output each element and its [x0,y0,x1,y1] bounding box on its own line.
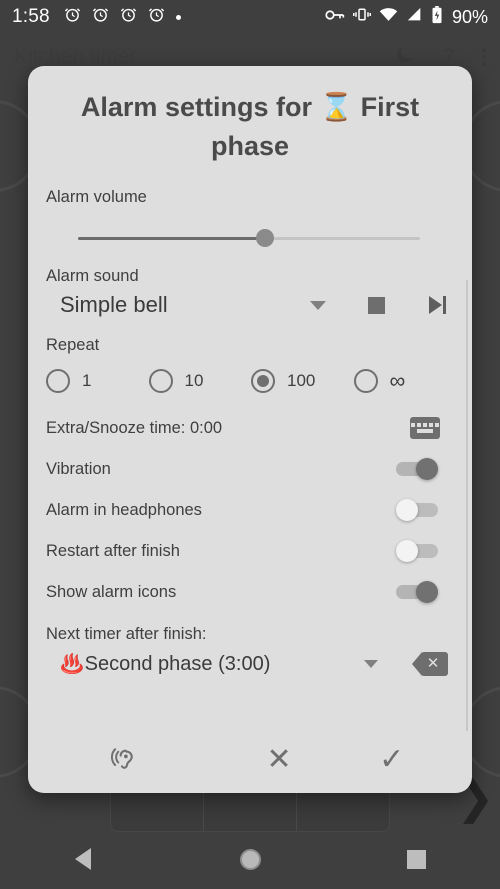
skip-next-icon[interactable] [429,296,446,315]
alarm-volume-slider[interactable] [42,221,456,255]
repeat-label: Repeat [46,336,100,355]
status-time: 1:58 [12,6,50,27]
repeat-option-100[interactable]: 100 [251,369,354,394]
toggle-row-restart[interactable]: Restart after finish [42,540,456,563]
next-timer-row: ♨️ Second phase (3:00) ✕ [42,652,456,677]
nav-recents-button[interactable] [333,849,500,869]
radio-icon-selected[interactable] [251,369,275,394]
battery-percent: 90% [451,6,488,27]
toggle-label: Restart after finish [46,541,180,560]
status-bar: 1:58 90% [0,0,500,34]
repeat-option-1[interactable]: 1 [46,369,149,394]
nav-home-button[interactable] [167,848,334,870]
notification-dot-icon [175,14,181,20]
chevron-down-icon[interactable] [310,300,326,310]
alarm-icon [120,6,137,28]
vpn-key-icon [325,8,345,27]
home-icon [239,848,261,870]
repeat-option-infinite[interactable]: ∞ [353,368,457,394]
recents-icon [407,849,427,869]
alarm-sound-label: Alarm sound [46,267,139,286]
repeat-option-label: 100 [287,371,316,391]
cancel-button[interactable]: ✕ [223,745,336,775]
toggle-row-vibration[interactable]: Vibration [42,458,456,481]
test-sound-button[interactable] [52,745,223,775]
check-icon: ✓ [379,743,405,776]
alarm-volume-label: Alarm volume [46,188,147,207]
repeat-option-label: 1 [82,371,92,391]
alarm-icon [92,6,109,28]
scrollbar[interactable] [466,280,468,731]
next-timer-value[interactable]: ♨️ Second phase (3:00) [60,652,270,676]
vibrate-icon [352,7,371,27]
radio-icon[interactable] [353,369,378,394]
dialog-actions: ✕ ✓ [28,731,472,793]
alarm-sound-value[interactable]: Simple bell [60,292,168,318]
backspace-clear-icon[interactable]: ✕ [412,652,448,677]
radio-icon[interactable] [46,369,70,394]
wifi-icon [379,7,398,27]
hot-springs-icon: ♨️ [60,654,84,676]
confirm-button[interactable]: ✓ [335,745,448,775]
chevron-down-icon[interactable] [364,660,378,669]
toggle-label: Vibration [46,459,111,478]
dialog-scroll-body[interactable]: Alarm volume Alarm sound Simple bell Rep… [28,172,472,731]
toggle-label: Alarm in headphones [46,500,202,519]
toggle-row-alarm-icons[interactable]: Show alarm icons [42,581,456,604]
next-timer-text: Second phase (3:00) [84,652,271,675]
battery-charging-icon [431,5,443,29]
vibration-switch[interactable] [396,458,438,481]
next-timer-label: Next timer after finish: [46,625,207,644]
alarm-settings-dialog: Alarm settings for ⌛ First phase Alarm v… [28,66,472,793]
snooze-time-label: Extra/Snooze time: 0:00 [46,418,223,437]
hearing-icon [110,748,133,769]
overflow-menu-icon[interactable] [482,48,486,66]
restart-switch[interactable] [396,540,438,563]
keyboard-icon[interactable] [410,417,440,440]
cellular-signal-icon [406,7,423,27]
alarm-sound-row: Simple bell [42,292,456,318]
slider-fill [78,237,264,241]
alarm-icon [64,6,81,28]
toggle-row-headphones[interactable]: Alarm in headphones [42,499,456,522]
repeat-option-10[interactable]: 10 [148,369,252,394]
nav-back-button[interactable] [0,848,167,870]
android-nav-bar [0,829,500,889]
dialog-title: Alarm settings for ⌛ First phase [80,92,420,162]
stop-icon[interactable] [368,296,385,314]
repeat-radio-group: 1 10 100 ∞ [42,368,457,394]
back-icon [75,848,92,870]
close-icon: ✕ [266,743,292,776]
repeat-option-label: 10 [184,371,204,391]
toggle-label: Show alarm icons [46,582,177,601]
slider-thumb[interactable] [256,229,274,248]
svg-text:?: ? [444,44,454,65]
alarm-icon [148,6,165,28]
snooze-time-row: Extra/Snooze time: 0:00 [42,417,456,440]
repeat-option-label: ∞ [389,368,406,394]
headphones-switch[interactable] [396,499,438,522]
radio-icon[interactable] [148,369,173,394]
alarm-icons-switch[interactable] [396,581,438,604]
